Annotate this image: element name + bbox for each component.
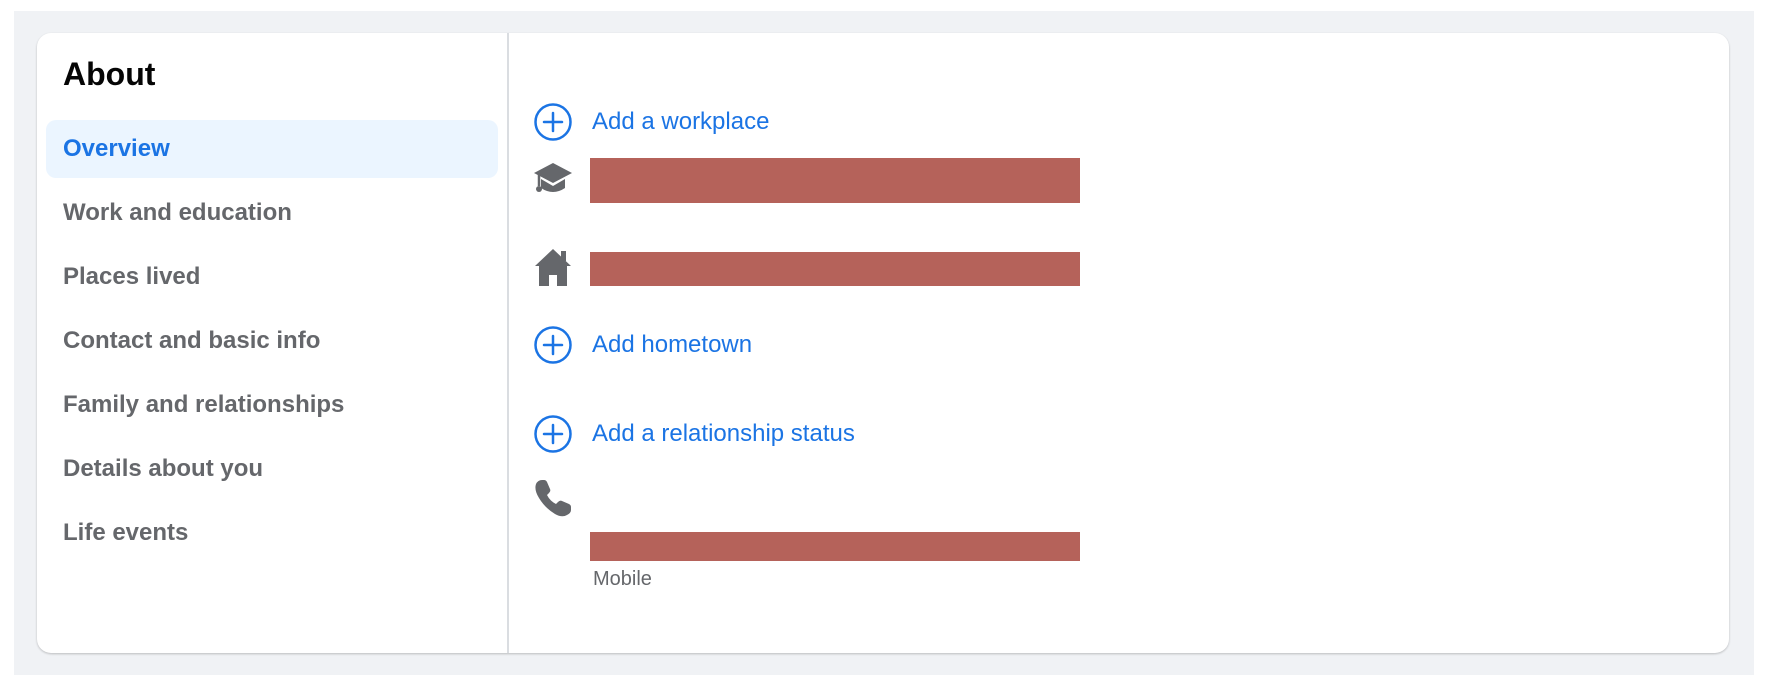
nav-item-label: Work and education bbox=[63, 199, 292, 226]
nav-item-label: Family and relationships bbox=[63, 391, 345, 418]
nav-item-label: Places lived bbox=[63, 263, 201, 290]
nav-item-life-events[interactable]: Life events bbox=[46, 504, 498, 562]
about-sidebar: About Overview Work and education Places… bbox=[37, 33, 509, 653]
nav-item-details-about-you[interactable]: Details about you bbox=[46, 440, 498, 498]
nav-item-label: Contact and basic info bbox=[63, 327, 321, 354]
redacted-location-text bbox=[590, 252, 1080, 286]
add-relationship-status-label: Add a relationship status bbox=[592, 420, 855, 447]
redacted-phone-text bbox=[590, 532, 1080, 561]
nav-item-family-and-relationships[interactable]: Family and relationships bbox=[46, 376, 498, 434]
add-relationship-status-link[interactable]: Add a relationship status bbox=[533, 412, 855, 456]
nav-item-label: Overview bbox=[63, 135, 170, 162]
nav-item-contact-and-basic-info[interactable]: Contact and basic info bbox=[46, 312, 498, 370]
home-icon bbox=[535, 249, 571, 286]
add-hometown-label: Add hometown bbox=[592, 331, 753, 358]
add-hometown-link[interactable]: Add hometown bbox=[533, 323, 752, 367]
add-workplace-link[interactable]: Add a workplace bbox=[533, 100, 769, 144]
nav-item-label: Life events bbox=[63, 519, 189, 546]
redacted-education-text bbox=[590, 158, 1080, 203]
about-card: About Overview Work and education Places… bbox=[37, 33, 1729, 653]
overview-content: Add a workplace Add hometown Add a relat… bbox=[509, 33, 1729, 653]
plus-circle-icon bbox=[534, 326, 572, 364]
nav-item-overview[interactable]: Overview bbox=[46, 120, 498, 178]
nav-item-label: Details about you bbox=[63, 455, 264, 482]
nav-item-work-and-education[interactable]: Work and education bbox=[46, 184, 498, 242]
phone-icon bbox=[535, 480, 571, 517]
phone-type-label: Mobile bbox=[593, 568, 652, 590]
plus-circle-icon bbox=[534, 103, 572, 141]
graduation-cap-icon bbox=[534, 163, 572, 192]
about-title: About bbox=[63, 56, 156, 92]
add-workplace-label: Add a workplace bbox=[592, 108, 770, 135]
nav-item-places-lived[interactable]: Places lived bbox=[46, 248, 498, 306]
plus-circle-icon bbox=[534, 415, 572, 453]
